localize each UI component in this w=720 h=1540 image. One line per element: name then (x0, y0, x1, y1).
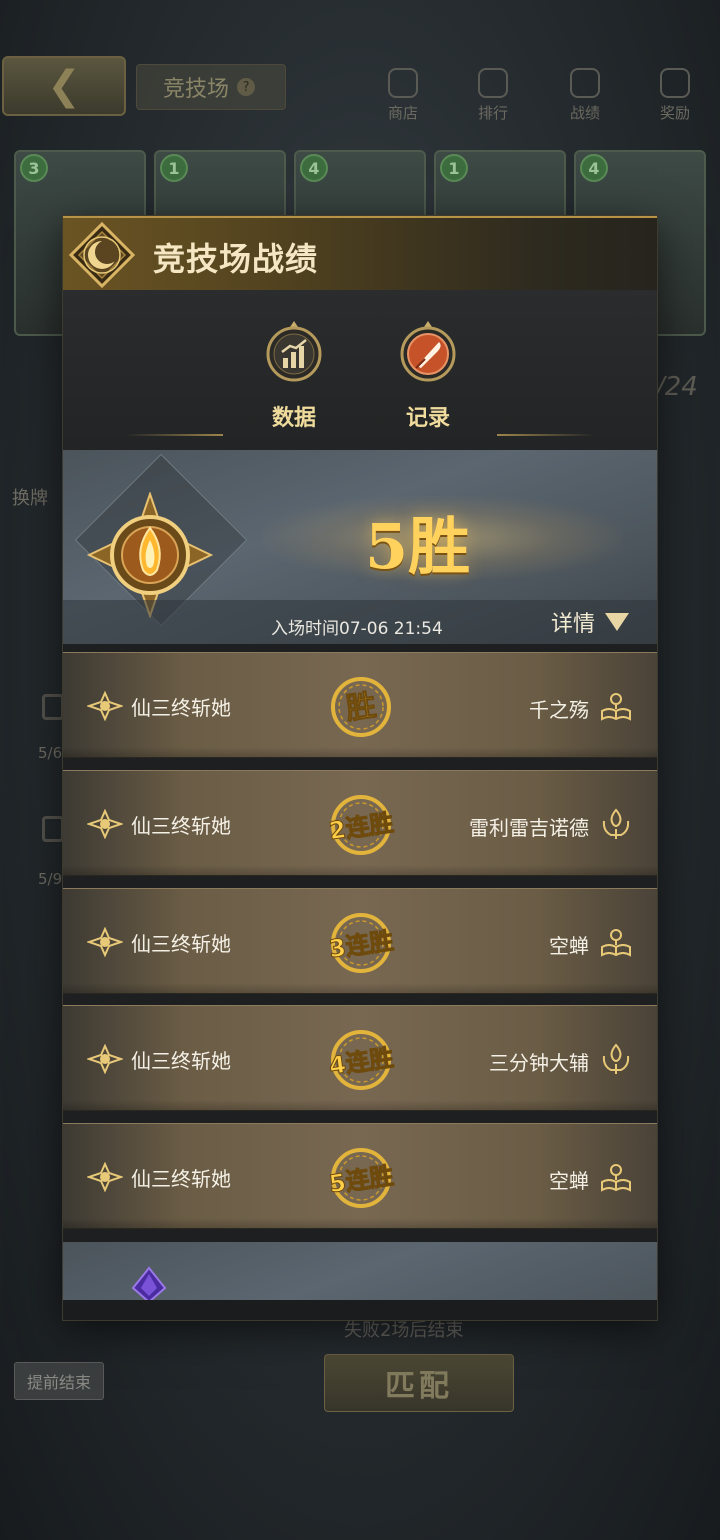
opponent-info: 三分钟大辅 (489, 1042, 633, 1080)
arena-record-modal: 竞技场战绩 数据 记录 5胜 入场时间07-06 21:54 详情 仙三终斩她 … (63, 216, 657, 1320)
book-hand-icon (599, 925, 633, 963)
back-button[interactable]: ❮ (2, 56, 126, 116)
shop-icon (388, 68, 418, 98)
card-count: /24 (656, 372, 698, 402)
end-early-button[interactable]: 提前结束 (14, 1362, 104, 1400)
book-hand-icon (599, 689, 633, 727)
record-icon (570, 68, 600, 98)
quill-icon (400, 321, 456, 382)
player-name: 仙三终斩她 (131, 1048, 231, 1073)
tab-divider (125, 434, 223, 436)
arena-title-box: 竞技场 ? (136, 64, 286, 110)
modal-bottom-bar (63, 1300, 657, 1320)
match-row[interactable]: 仙三终斩她 2连胜 雷利雷吉诺德 (63, 770, 657, 876)
player-info: 仙三终斩她 (87, 1162, 231, 1192)
sun-emblem-icon (87, 927, 123, 957)
player-name: 仙三终斩她 (131, 931, 231, 956)
nav-ranking[interactable]: 排行 (458, 66, 528, 130)
back-arrow-icon: ❮ (47, 63, 81, 109)
help-icon[interactable]: ? (237, 78, 256, 96)
win-stamp-badge: 2连胜 (327, 795, 396, 855)
nav-record[interactable]: 战绩 (550, 66, 620, 130)
details-label: 详情 (551, 612, 596, 637)
player-name: 仙三终斩她 (131, 1166, 231, 1191)
modal-header: 竞技场战绩 (63, 216, 657, 290)
arena-title: 竞技场 (163, 77, 230, 102)
chart-icon (266, 321, 322, 382)
opponent-info: 空蝉 (549, 1160, 633, 1198)
match-row[interactable]: 仙三终斩她 3连胜 空蝉 (63, 888, 657, 994)
flame-hand-icon (599, 1042, 633, 1080)
sun-emblem-icon (87, 691, 123, 721)
win-stamp-badge: 3连胜 (327, 913, 396, 973)
opponent-info: 雷利雷吉诺德 (469, 807, 633, 845)
player-name: 仙三终斩她 (131, 813, 231, 838)
win-stamp-badge: 胜 (331, 677, 391, 737)
tab-records-label: 记录 (405, 406, 450, 431)
trophy-icon (478, 68, 508, 98)
match-row[interactable]: 仙三终斩她 4连胜 三分钟大辅 (63, 1005, 657, 1111)
sun-emblem-icon (87, 1044, 123, 1074)
lock-icon (42, 816, 64, 842)
tab-bar: 数据 记录 (63, 290, 657, 450)
details-toggle[interactable]: 详情 (551, 606, 630, 638)
purple-gem-icon (131, 1266, 167, 1302)
result-text: 胜 (344, 688, 379, 727)
nav-shop[interactable]: 商店 (368, 66, 438, 130)
win-stamp-badge: 5连胜 (327, 1148, 396, 1208)
match-row[interactable]: 仙三终斩她 胜 千之殇 (63, 652, 657, 758)
lock-count: 5/6 (38, 744, 63, 762)
opponent-name: 空蝉 (549, 933, 589, 958)
player-info: 仙三终斩她 (87, 1044, 231, 1074)
previous-run-banner[interactable] (63, 1242, 657, 1302)
tab-records[interactable]: 记录 (393, 320, 463, 440)
player-info: 仙三终斩她 (87, 927, 231, 957)
opponent-name: 空蝉 (549, 1168, 589, 1193)
win-stamp-badge: 4连胜 (327, 1030, 396, 1090)
player-info: 仙三终斩她 (87, 691, 231, 721)
triangle-down-icon (605, 613, 630, 631)
modal-title: 竞技场战绩 (153, 240, 319, 278)
swap-label: 换牌 (12, 488, 48, 509)
sun-emblem-icon (87, 1162, 123, 1192)
opponent-name: 雷利雷吉诺德 (469, 815, 589, 840)
run-summary-banner: 5胜 入场时间07-06 21:54 详情 (63, 450, 657, 644)
arena-emblem-icon (69, 222, 135, 288)
book-hand-icon (599, 1160, 633, 1198)
player-info: 仙三终斩她 (87, 809, 231, 839)
sun-emblem-icon (87, 809, 123, 839)
total-wins: 5胜 (365, 510, 471, 583)
flame-hand-icon (599, 807, 633, 845)
entry-time: 入场时间07-06 21:54 (271, 619, 443, 639)
opponent-info: 空蝉 (549, 925, 633, 963)
reward-icon (660, 68, 690, 98)
nav-rewards[interactable]: 奖励 (640, 66, 710, 130)
opponent-info: 千之殇 (529, 689, 633, 727)
opponent-name: 三分钟大辅 (489, 1050, 589, 1075)
opponent-name: 千之殇 (529, 697, 589, 722)
tab-data-label: 数据 (271, 406, 316, 431)
lock-count: 5/9 (38, 870, 63, 888)
player-name: 仙三终斩她 (131, 695, 231, 720)
tab-data[interactable]: 数据 (259, 320, 329, 440)
match-row[interactable]: 仙三终斩她 5连胜 空蝉 (63, 1123, 657, 1229)
lock-icon (42, 694, 64, 720)
tab-divider (497, 434, 595, 436)
match-button[interactable]: 匹配 (324, 1354, 514, 1412)
